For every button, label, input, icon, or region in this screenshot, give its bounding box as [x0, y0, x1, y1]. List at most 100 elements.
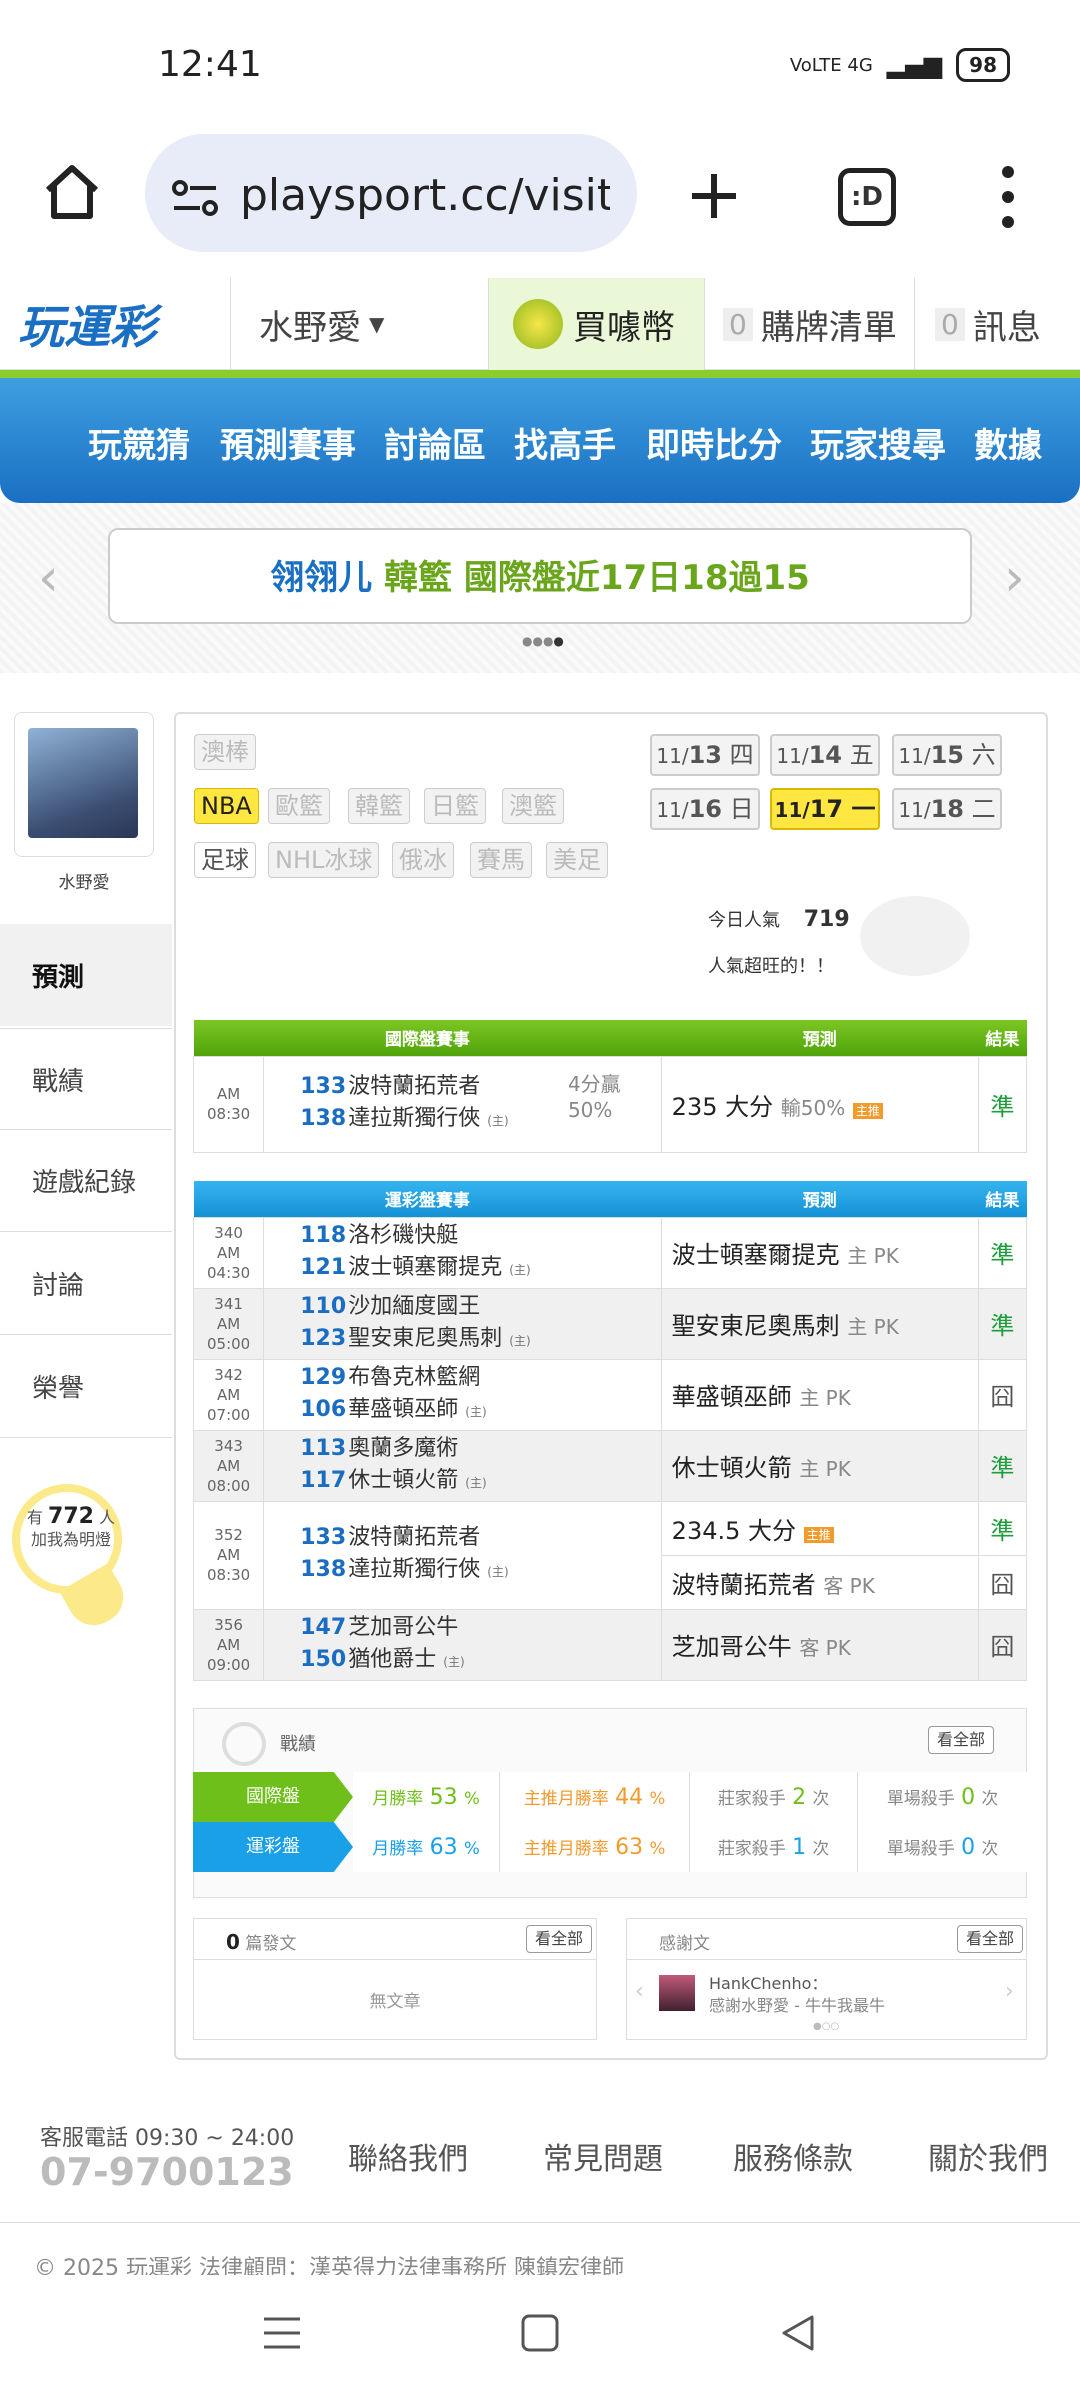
prediction: 234.5 大分 主推 — [660, 1500, 979, 1556]
match-teams[interactable]: 129布魯克林籃網 106華盛頓巫師 (主) — [263, 1358, 662, 1431]
prediction: 華盛頓巫師 主 PK — [660, 1358, 979, 1431]
sport-tag-soccer[interactable]: 足球 — [194, 842, 256, 878]
site-logo[interactable]: 玩運彩 — [0, 278, 230, 370]
side-tab-predict[interactable]: 預測 — [0, 924, 172, 1026]
nav-item-data[interactable]: 數據 — [974, 418, 1042, 467]
intl-header-match: 國際盤賽事 — [193, 1020, 662, 1056]
site-settings-icon[interactable] — [172, 178, 218, 218]
lamp-prefix: 有 — [26, 1508, 43, 1527]
nav-item-forum[interactable]: 討論區 — [384, 418, 486, 467]
profile-name[interactable]: 水野愛 — [14, 868, 154, 893]
side-tab-game-history[interactable]: 遊戲紀錄 — [0, 1130, 172, 1232]
popularity-mascot-icon — [860, 896, 970, 976]
match-teams[interactable]: 133波特蘭拓荒者 138達拉斯獨行俠 (主) — [263, 1500, 662, 1610]
service-hours: 客服電話 09:30 ~ 24:00 — [40, 2126, 295, 2151]
game-number: 343 — [214, 1436, 243, 1455]
match-time: AM 08:30 — [192, 1055, 265, 1153]
match-teams[interactable]: 147芝加哥公牛 150猶他爵士 (主) — [263, 1608, 662, 1681]
url-text[interactable]: playsport.cc/visit — [240, 170, 610, 221]
dealer-killer: 莊家殺手 2 次 — [689, 1772, 857, 1822]
stat-value: 0 — [961, 1785, 976, 1810]
match-teams[interactable]: 110沙加緬度國王 123聖安東尼奧馬刺 (主) — [263, 1287, 662, 1360]
sport-tag-korea-basketball[interactable]: 韓籃 — [348, 788, 410, 824]
date-1113[interactable]: 11/13 四 — [650, 734, 760, 776]
nav-item-livescore[interactable]: 即時比分 — [646, 418, 782, 467]
sport-tag-euro-basketball[interactable]: 歐籃 — [268, 788, 330, 824]
sport-tag-japan-basketball[interactable]: 日籃 — [424, 788, 486, 824]
home-button-icon[interactable] — [520, 2313, 560, 2353]
sport-tag-horse-racing[interactable]: 賽馬 — [470, 842, 532, 878]
thanks-avatar[interactable] — [659, 1975, 695, 2011]
match-teams[interactable]: 118洛杉磯快艇 121波士頓塞爾提克 (主) — [263, 1216, 662, 1289]
spread: 4分贏 — [567, 1071, 621, 1096]
team-name: 華盛頓巫師 — [348, 1396, 459, 1422]
user-menu[interactable]: 水野愛 ▼ — [230, 278, 488, 370]
stat-label: 主推月勝率 — [523, 1789, 609, 1809]
result: 準 — [977, 1055, 1028, 1153]
thanks-view-all-button[interactable]: 看全部 — [957, 1925, 1024, 1953]
date-1117[interactable]: 11/17 一 — [770, 788, 880, 830]
side-tab-honor[interactable]: 榮譽 — [0, 1336, 172, 1438]
prediction-note: 客 PK — [823, 1573, 875, 1598]
new-tab-icon[interactable] — [688, 170, 740, 222]
target-icon — [222, 1722, 266, 1766]
purchase-list-button[interactable]: 0 購牌清單 — [704, 278, 914, 370]
footer-link-terms[interactable]: 服務條款 — [733, 2134, 853, 2178]
prediction-text: 235 大分 — [671, 1092, 774, 1121]
record-title: 戰績 — [280, 1734, 316, 1755]
thanks-content[interactable]: HankChenho： 感謝水野愛 - 牛牛我最牛 — [709, 1973, 885, 2017]
sport-tag-nhl[interactable]: NHL冰球 — [268, 842, 380, 878]
service-phone[interactable]: 07-9700123 — [40, 2150, 294, 2194]
stat-unit: 次 — [812, 1839, 830, 1858]
spread-pct: 50% — [567, 1097, 613, 1122]
match-teams[interactable]: 113奧蘭多魔術 117休士頓火箭 (主) — [263, 1429, 662, 1502]
nav-item-experts[interactable]: 找高手 — [514, 418, 616, 467]
home-icon[interactable] — [40, 160, 104, 224]
chevron-left-icon[interactable]: ‹ — [38, 548, 59, 608]
chevron-left-icon[interactable]: ‹ — [635, 1979, 644, 2004]
nav-item-predict[interactable]: 預測賽事 — [220, 418, 356, 467]
sport-tag-aus-baseball[interactable]: 澳棒 — [194, 734, 256, 770]
footer-link-contact[interactable]: 聯絡我們 — [348, 2134, 468, 2178]
date-1115[interactable]: 11/15 六 — [892, 734, 1002, 776]
footer-link-faq[interactable]: 常見問題 — [543, 2134, 663, 2178]
team-name: 波士頓塞爾提克 — [348, 1254, 503, 1280]
lamp-text[interactable]: 有 772 人 加我為明燈 — [26, 1506, 116, 1551]
avatar[interactable] — [28, 728, 138, 838]
team-number: 106 — [300, 1396, 347, 1422]
result: 囧 — [977, 1554, 1028, 1610]
team-number: 118 — [300, 1222, 347, 1248]
side-tab-record[interactable]: 戰績 — [0, 1028, 172, 1130]
nav-item-player-search[interactable]: 玩家搜尋 — [810, 418, 946, 467]
side-tab-discussion[interactable]: 討論 — [0, 1233, 172, 1335]
menu-icon[interactable] — [262, 2313, 302, 2353]
date-1116[interactable]: 11/16 日 — [650, 788, 760, 830]
footer-link-about[interactable]: 關於我們 — [928, 2134, 1048, 2178]
more-menu-icon[interactable] — [996, 164, 1020, 230]
sport-tag-russia-hockey[interactable]: 俄冰 — [392, 842, 454, 878]
buy-coins-button[interactable]: 買噱幣 — [488, 278, 704, 370]
sport-tag-nfl[interactable]: 美足 — [546, 842, 608, 878]
thanks-text: 感謝水野愛 - 牛牛我最牛 — [709, 1996, 885, 2015]
stat-label: 莊家殺手 — [717, 1839, 786, 1859]
date-weekday: 五 — [849, 741, 874, 769]
table-row: AM 08:30 133波特蘭拓荒者 138達拉斯獨行俠 (主) 4分贏 50% … — [192, 1055, 1028, 1153]
tab-switcher-icon[interactable]: :D — [838, 168, 896, 226]
chevron-right-icon[interactable]: › — [1005, 1979, 1014, 2004]
posts-view-all-button[interactable]: 看全部 — [526, 1925, 593, 1953]
banner-card[interactable]: 翎翎儿 韓籃 國際盤近17日18過15 — [108, 528, 972, 624]
match-teams[interactable]: 133波特蘭拓荒者 138達拉斯獨行俠 (主) 4分贏 50% — [263, 1055, 662, 1153]
prediction-text: 芝加哥公牛 — [671, 1633, 792, 1661]
messages-button[interactable]: 0 訊息 — [914, 278, 1080, 370]
sport-tag-nba[interactable]: NBA — [194, 788, 259, 824]
record-row-lottery: 運彩盤 月勝率 63 % 主推月勝率 63 % 莊家殺手 1 次 單場殺手 0 … — [193, 1822, 1027, 1872]
chevron-right-icon[interactable]: › — [1004, 548, 1025, 608]
sport-tag-aus-basketball[interactable]: 澳籃 — [502, 788, 564, 824]
nav-item-guess[interactable]: 玩競猜 — [88, 418, 190, 467]
date-weekday: 日 — [729, 795, 754, 823]
record-view-all-button[interactable]: 看全部 — [928, 1726, 995, 1754]
date-1114[interactable]: 11/14 五 — [770, 734, 880, 776]
prediction-text: 234.5 大分 — [671, 1516, 797, 1545]
date-1118[interactable]: 11/18 二 — [892, 788, 1002, 830]
back-icon[interactable] — [778, 2313, 818, 2353]
